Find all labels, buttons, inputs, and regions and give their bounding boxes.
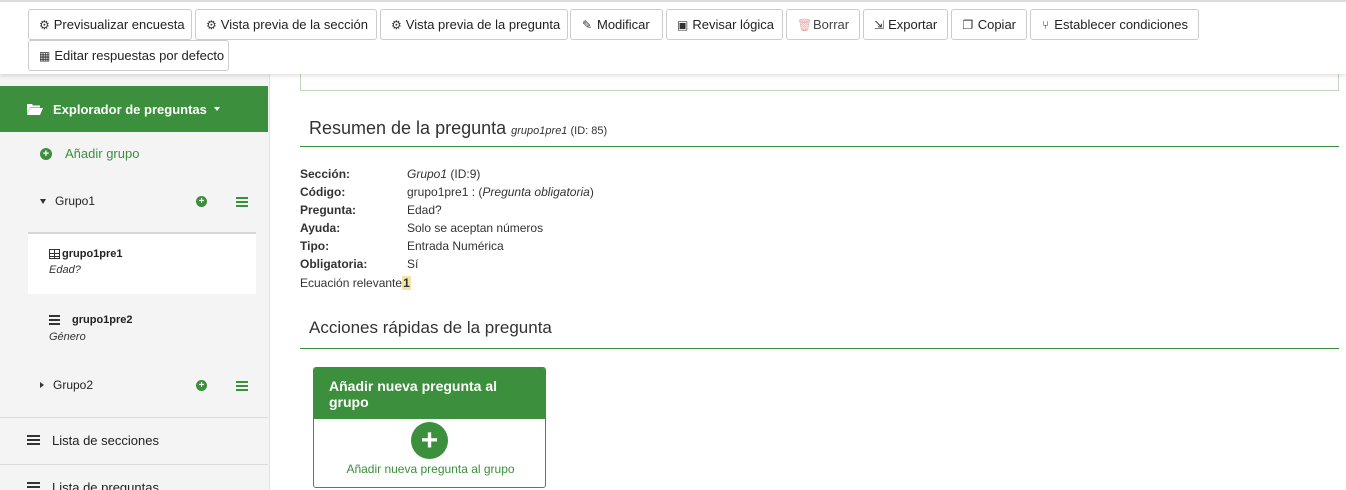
divider: [300, 146, 1339, 147]
gear-icon: ⚙: [391, 17, 402, 32]
add-question-to-group2-icon[interactable]: +: [196, 380, 207, 391]
set-conditions-button[interactable]: ⑂ Establecer condiciones: [1030, 9, 1199, 40]
card-title: Añadir nueva pregunta al grupo: [314, 368, 545, 419]
row-label: Código:: [300, 185, 346, 199]
table-icon: ▦: [39, 48, 51, 63]
delete-label: Borrar: [813, 17, 850, 32]
divider: [0, 464, 268, 465]
question-item-grupo1pre1[interactable]: grupo1pre1 Edad?: [28, 232, 256, 294]
delete-button[interactable]: 🗑 Borrar: [786, 9, 860, 40]
preview-survey-button[interactable]: ⚙ Previsualizar encuesta: [28, 9, 192, 40]
caret-right-icon: [40, 382, 44, 388]
sidebar: Explorador de preguntas + Añadir grupo G…: [0, 74, 270, 490]
logic-icon: ▣: [677, 17, 689, 32]
code-value: grupo1pre1 : (: [407, 185, 483, 199]
preview-section-button[interactable]: ⚙ Vista previa de la sección: [195, 9, 377, 40]
row-label: Ayuda:: [300, 221, 341, 235]
relevance-line: Ecuación relevante1: [300, 275, 411, 291]
question-text: Género: [49, 331, 86, 343]
copy-label: Copiar: [977, 17, 1016, 32]
summary-question-id: (ID: 85): [570, 125, 608, 137]
list-icon: [27, 482, 40, 490]
group-item-grupo1[interactable]: Grupo1: [40, 194, 95, 208]
row-label: Obligatoria:: [300, 257, 368, 271]
group-item-grupo2[interactable]: Grupo2: [40, 378, 93, 392]
edit-default-answers-label: Editar respuestas por defecto: [54, 48, 225, 63]
list-icon[interactable]: [236, 197, 248, 208]
folder-open-icon: [27, 104, 43, 115]
list-icon: [27, 435, 40, 446]
question-code: grupo1pre1: [62, 248, 123, 260]
section-list-link[interactable]: Lista de secciones: [27, 433, 159, 448]
question-explorer-toggle[interactable]: Explorador de preguntas: [0, 86, 268, 132]
add-question-link[interactable]: Añadir nueva pregunta al grupo: [314, 462, 545, 476]
row-label: Pregunta:: [300, 203, 357, 217]
trash-icon: 🗑: [797, 17, 813, 32]
preview-section-label: Vista previa de la sección: [220, 17, 368, 32]
section-name: Grupo1: [407, 167, 448, 181]
plus-circle-icon[interactable]: +: [411, 422, 448, 459]
divider: [0, 417, 268, 418]
section-list-label: Lista de secciones: [52, 433, 159, 448]
section-id: (ID:9): [447, 167, 481, 181]
question-list-label: Lista de preguntas: [52, 480, 159, 490]
row-value: Solo se aceptan números: [407, 221, 544, 235]
question-item-grupo1pre2[interactable]: grupo1pre2 Género: [28, 296, 256, 356]
row-label: Ecuación relevante: [300, 276, 403, 290]
copy-icon: ❐: [962, 17, 974, 32]
plus-circle-icon: +: [40, 147, 52, 160]
question-list-link[interactable]: Lista de preguntas: [27, 480, 159, 490]
question-code-row: grupo1pre1: [49, 248, 123, 260]
pencil-icon: ✎: [581, 17, 593, 32]
list-icon: [49, 315, 60, 325]
toolbar: ⚙ Previsualizar encuesta ⚙ Vista previa de…: [0, 0, 1346, 74]
summary-question-code: grupo1pre1: [511, 125, 568, 137]
row-label: Sección:: [300, 167, 351, 181]
list-icon[interactable]: [236, 381, 248, 392]
table-icon: [49, 249, 60, 259]
edit-label: Modificar: [597, 17, 650, 32]
set-conditions-label: Establecer condiciones: [1054, 17, 1188, 32]
code-close: ): [589, 185, 594, 199]
group-name: Grupo2: [53, 378, 94, 392]
caret-down-icon: [213, 107, 220, 111]
preview-question-label: Vista previa de la pregunta: [405, 17, 561, 32]
relevance-value: 1: [402, 276, 411, 290]
row-value: Sí: [407, 257, 419, 271]
question-summary-title: Resumen de la pregunta grupo1pre1 (ID: 8…: [309, 118, 607, 139]
edit-button[interactable]: ✎ Modificar: [570, 9, 663, 40]
gear-icon: ⚙: [39, 17, 50, 32]
quick-actions-title: Acciones rápidas de la pregunta: [309, 318, 552, 337]
export-button[interactable]: ⇲ Exportar: [863, 9, 948, 40]
check-logic-label: Revisar lógica: [692, 17, 774, 32]
row-value: Edad?: [407, 203, 442, 217]
export-icon: ⇲: [874, 17, 885, 32]
add-question-to-group1-icon[interactable]: +: [196, 196, 207, 207]
question-explorer-label: Explorador de preguntas: [53, 101, 207, 117]
preview-survey-label: Previsualizar encuesta: [53, 17, 185, 32]
question-code: grupo1pre2: [72, 314, 133, 326]
copy-button[interactable]: ❐ Copiar: [951, 9, 1027, 40]
preview-question-button[interactable]: ⚙ Vista previa de la pregunta: [380, 9, 568, 40]
summary-title-text: Resumen de la pregunta: [309, 118, 507, 138]
conditions-icon: ⑂: [1042, 17, 1050, 32]
export-label: Exportar: [888, 17, 938, 32]
question-code-row: grupo1pre2: [49, 314, 133, 326]
divider: [300, 348, 1339, 349]
check-logic-button[interactable]: ▣ Revisar lógica: [666, 9, 783, 40]
gear-icon: ⚙: [206, 17, 217, 32]
edit-default-answers-button[interactable]: ▦ Editar respuestas por defecto: [28, 40, 229, 71]
row-value: grupo1pre1 : (Pregunta obligatoria): [407, 184, 594, 200]
add-group-link[interactable]: + Añadir grupo: [40, 146, 139, 161]
question-text: Edad?: [49, 264, 81, 276]
caret-down-icon: [40, 198, 46, 204]
row-value: Grupo1 (ID:9): [407, 166, 480, 182]
add-group-label: Añadir grupo: [65, 146, 140, 161]
row-label: Tipo:: [300, 239, 330, 253]
add-question-card[interactable]: Añadir nueva pregunta al grupo + Añadir …: [313, 367, 546, 488]
mandatory-note: Pregunta obligatoria: [482, 185, 590, 199]
row-value: Entrada Numérica: [407, 239, 504, 253]
group-name: Grupo1: [55, 194, 96, 208]
